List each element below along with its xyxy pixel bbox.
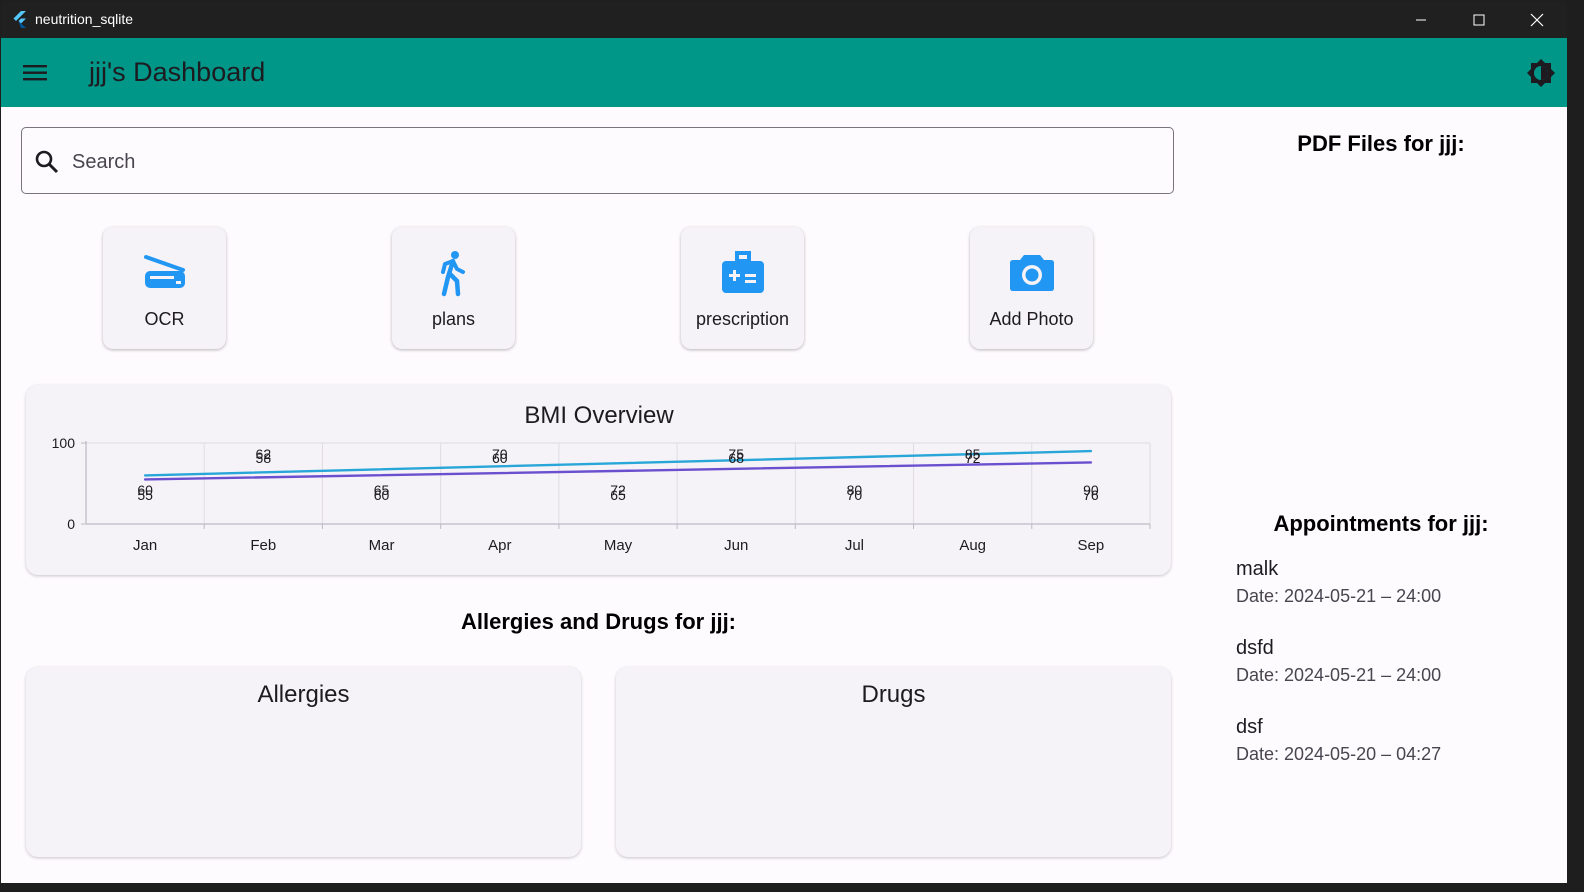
appointment-item[interactable]: dsfd Date: 2024-05-21 – 24:00 xyxy=(1236,637,1441,686)
minimize-icon xyxy=(1416,19,1426,20)
prescription-button[interactable]: prescription xyxy=(681,227,804,349)
bmi-chart-card: BMI Overview 0 100 Jan Feb Mar Apr May Jun Jul Au… xyxy=(26,385,1171,575)
walk-icon xyxy=(441,251,465,297)
appointment-date: Date: 2024-05-21 – 24:00 xyxy=(1236,665,1442,685)
title-bar: neutrition_sqlite xyxy=(1,1,1567,38)
x-tick-label: Jul xyxy=(845,537,864,554)
appointment-name: malk xyxy=(1236,558,1279,580)
maximize-button[interactable] xyxy=(1450,1,1508,38)
appointments-heading: Appointments for jjj: xyxy=(1273,511,1489,536)
appointment-item[interactable]: malk Date: 2024-05-21 – 24:00 xyxy=(1236,558,1441,607)
medical-kit-icon xyxy=(722,251,764,293)
menu-icon[interactable] xyxy=(21,60,49,86)
drugs-card: Drugs xyxy=(616,667,1171,857)
data-label: 65 xyxy=(610,487,626,503)
data-label: 58 xyxy=(256,450,272,466)
chart-title: BMI Overview xyxy=(524,402,674,429)
x-tick-label: Sep xyxy=(1078,537,1105,554)
data-label: 60 xyxy=(492,450,508,466)
add-photo-button[interactable]: Add Photo xyxy=(970,227,1093,349)
plans-button[interactable]: plans xyxy=(392,227,515,349)
close-icon xyxy=(1530,13,1544,26)
x-tick-label: May xyxy=(604,537,633,554)
page-title: jjj's Dashboard xyxy=(89,57,266,87)
flutter-logo-icon xyxy=(13,11,26,28)
drugs-title: Drugs xyxy=(861,681,926,708)
scanner-icon xyxy=(144,255,185,288)
data-label: 76 xyxy=(1083,487,1099,503)
allergies-card: Allergies xyxy=(26,667,581,857)
app-window: neutrition_sqlite jjj's Dashboard Search… xyxy=(1,1,1567,883)
search-input[interactable] xyxy=(70,142,1154,182)
data-label: 60 xyxy=(374,487,390,503)
camera-icon xyxy=(1010,255,1054,291)
data-label: 72 xyxy=(965,450,981,466)
appointment-date: Date: 2024-05-21 – 24:00 xyxy=(1236,586,1442,606)
data-label: 70 xyxy=(847,487,863,503)
bmi-chart: BMI Overview 0 100 Jan Feb Mar Apr May Jun Jul Au… xyxy=(52,402,1151,554)
x-tick-label: Mar xyxy=(369,537,395,554)
app-bar: jjj's Dashboard xyxy=(1,38,1567,107)
y-tick-label: 100 xyxy=(52,435,76,451)
y-tick-label: 0 xyxy=(67,516,75,532)
x-tick-label: Feb xyxy=(250,537,276,554)
maximize-icon xyxy=(1473,14,1485,25)
x-tick-label: Jun xyxy=(724,537,748,554)
minimize-button[interactable] xyxy=(1392,1,1450,38)
ocr-button[interactable]: OCR xyxy=(103,227,226,349)
pdf-files-heading: PDF Files for jjj: xyxy=(1297,131,1465,156)
search-icon xyxy=(35,150,59,174)
allergies-drugs-heading: Allergies and Drugs for jjj: xyxy=(460,609,737,634)
data-label: 68 xyxy=(728,450,744,466)
brightness-icon[interactable] xyxy=(1526,58,1556,88)
appointment-date: Date: 2024-05-20 – 04:27 xyxy=(1236,744,1442,764)
data-label: 55 xyxy=(137,487,153,503)
ocr-label: OCR xyxy=(144,309,185,329)
prescription-label: prescription xyxy=(695,309,790,329)
appointment-name: dsf xyxy=(1236,716,1263,738)
allergies-title: Allergies xyxy=(257,681,350,708)
window-title: neutrition_sqlite xyxy=(35,11,134,27)
plans-label: plans xyxy=(431,309,476,329)
x-tick-label: Jan xyxy=(133,537,157,554)
appointment-item[interactable]: dsf Date: 2024-05-20 – 04:27 xyxy=(1236,716,1441,765)
search-field xyxy=(21,127,1174,194)
appointment-name: dsfd xyxy=(1236,637,1274,659)
x-tick-label: Aug xyxy=(959,537,986,554)
x-tick-label: Apr xyxy=(488,537,511,554)
add-photo-label: Add Photo xyxy=(989,309,1074,329)
close-button[interactable] xyxy=(1508,1,1566,38)
